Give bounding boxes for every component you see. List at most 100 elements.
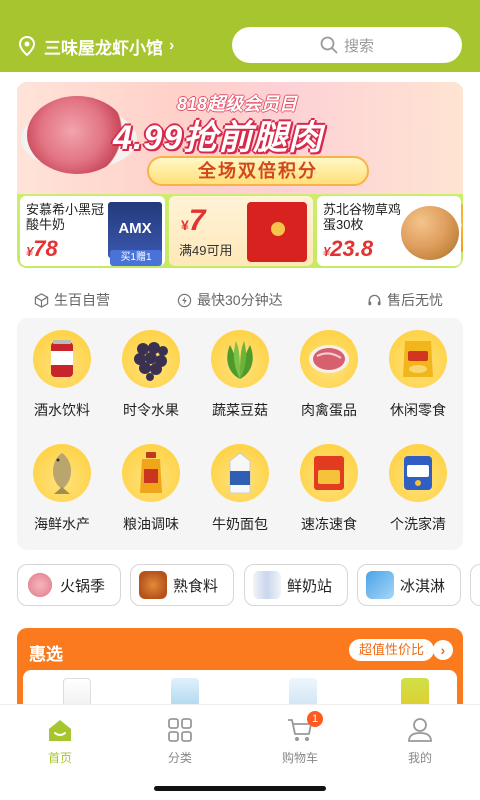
tab-label: 我的 xyxy=(407,751,432,765)
banner-title: 4.99抢前腿肉 xyxy=(113,119,324,157)
search-input[interactable]: 搜索 xyxy=(232,27,462,63)
tab-label: 分类 xyxy=(167,751,192,765)
tab-cart[interactable]: 1 购物车 xyxy=(260,711,340,766)
huixuan-title: 惠选 xyxy=(29,645,63,664)
chip-fresh-milk[interactable]: 鲜奶站 xyxy=(244,564,348,606)
snack-bag-icon xyxy=(403,341,433,377)
ice-cream-icon xyxy=(366,571,394,599)
price-value: 23.8 xyxy=(330,236,374,261)
category-icon-bg xyxy=(389,444,447,502)
lettuce-icon xyxy=(227,341,253,379)
hotpot-meat-icon xyxy=(26,571,54,599)
red-envelope-icon xyxy=(247,202,307,262)
feature-label: 售后无忧 xyxy=(387,292,443,308)
top-bar: 三味屋龙虾小馆 › 搜索 xyxy=(0,0,480,72)
category-household[interactable]: 个洗家清 xyxy=(378,444,458,534)
chip-hotpot[interactable]: 火锅季 xyxy=(17,564,121,606)
chip-label: 冰淇淋 xyxy=(400,577,446,595)
category-vegetables[interactable]: 蔬菜豆菇 xyxy=(200,330,280,420)
category-label: 速冻速食 xyxy=(301,516,357,532)
grid-icon xyxy=(168,718,192,742)
service-features: 生百自营 最快30分钟达 售后无忧 xyxy=(0,290,480,310)
price-value: 7 xyxy=(188,204,206,237)
category-label: 粮油调味 xyxy=(123,516,179,532)
chip-next-partial[interactable] xyxy=(470,564,480,606)
tab-mine[interactable]: 我的 xyxy=(380,717,460,766)
feature-label: 最快30分钟达 xyxy=(197,292,283,308)
category-seafood[interactable]: 海鲜水产 xyxy=(22,444,102,534)
grapes-icon xyxy=(134,342,168,381)
category-label: 酒水饮料 xyxy=(34,402,90,418)
category-meat[interactable]: 肉禽蛋品 xyxy=(289,330,369,420)
tab-label: 购物车 xyxy=(281,751,318,765)
home-indicator xyxy=(154,786,326,791)
category-fruit[interactable]: 时令水果 xyxy=(111,330,191,420)
feature-fast-delivery: 最快30分钟达 xyxy=(177,290,283,310)
category-icon-bg xyxy=(211,444,269,502)
feature-label: 生百自营 xyxy=(54,292,110,308)
chip-label: 鲜奶站 xyxy=(287,577,333,595)
chip-label: 火锅季 xyxy=(60,577,106,595)
chip-cooked-food[interactable]: 熟食料 xyxy=(130,564,234,606)
frozen-food-icon xyxy=(314,456,344,490)
location-pin-icon xyxy=(18,36,36,56)
category-icon-bg xyxy=(122,330,180,388)
banner-points-pill: 全场双倍积分 xyxy=(147,156,369,186)
category-icon-bg xyxy=(33,444,91,502)
tab-icon-wrap xyxy=(47,717,73,743)
milk-bottles-icon xyxy=(253,571,281,599)
promo-card-price: ¥78 xyxy=(26,236,58,262)
category-icon-bg xyxy=(33,330,91,388)
egg-basket-image xyxy=(401,206,459,260)
beer-can-icon xyxy=(51,340,73,377)
lightning-icon xyxy=(177,293,192,307)
coupon-condition: 满49可用 xyxy=(179,243,233,258)
category-drinks[interactable]: 酒水饮料 xyxy=(22,330,102,420)
oil-bottle-icon xyxy=(140,452,162,493)
category-icon-bg xyxy=(300,330,358,388)
chip-label: 熟食料 xyxy=(173,577,219,595)
pork-image xyxy=(27,96,127,174)
category-label: 个洗家清 xyxy=(390,516,446,532)
tab-icon-wrap xyxy=(407,717,433,743)
chip-ice-cream[interactable]: 冰淇淋 xyxy=(357,564,461,606)
promo-card-eggs[interactable]: 苏北谷物草鸡蛋30枚 ¥23.8 xyxy=(317,196,461,266)
search-placeholder: 搜索 xyxy=(343,37,374,55)
promo-card-yogurt[interactable]: 安慕希小黑冠酸牛奶 ¥78 AMX 买1赠1 xyxy=(20,196,165,266)
meat-icon xyxy=(309,345,349,373)
currency-symbol: ¥ xyxy=(181,217,189,233)
category-label: 牛奶面包 xyxy=(212,516,268,532)
category-icon-bg xyxy=(389,330,447,388)
cooked-food-icon xyxy=(139,571,167,599)
category-milk-bread[interactable]: 牛奶面包 xyxy=(200,444,280,534)
value-tag[interactable]: 超值性价比 xyxy=(349,639,435,661)
banner-header-area: 818超级会员日 4.99抢前腿肉 全场双倍积分 xyxy=(17,82,463,194)
buy-one-get-one-tag: 买1赠1 xyxy=(110,250,162,266)
huixuan-more-arrow-icon[interactable]: › xyxy=(433,640,453,660)
topic-chips: 火锅季 熟食料 鲜奶站 冰淇淋 xyxy=(17,564,480,606)
category-icon-bg xyxy=(300,444,358,502)
fish-icon xyxy=(53,453,71,494)
tab-category[interactable]: 分类 xyxy=(140,717,220,766)
tab-icon-wrap: 1 xyxy=(287,711,323,743)
store-name: 三味屋龙虾小馆 xyxy=(44,38,163,58)
category-label: 海鲜水产 xyxy=(34,516,90,532)
category-grain-oil[interactable]: 粮油调味 xyxy=(111,444,191,534)
promo-card-coupon[interactable]: ¥7 满49可用 xyxy=(169,196,313,266)
detergent-icon xyxy=(404,456,432,490)
category-snacks[interactable]: 休闲零食 xyxy=(378,330,458,420)
category-grid: 酒水饮料 时令水果 蔬菜豆菇 肉禽蛋品 休闲零食 海鲜水产 粮油调味 牛奶面包 … xyxy=(17,318,463,550)
home-icon xyxy=(49,720,71,741)
category-frozen[interactable]: 速冻速食 xyxy=(289,444,369,534)
tab-home[interactable]: 首页 xyxy=(20,717,100,766)
headset-icon xyxy=(368,294,381,305)
store-chevron-icon: › xyxy=(169,37,175,54)
category-icon-bg xyxy=(122,444,180,502)
category-label: 蔬菜豆菇 xyxy=(212,402,268,418)
tab-icon-wrap xyxy=(167,717,193,743)
milk-carton-icon xyxy=(229,452,251,494)
store-selector[interactable]: 三味屋龙虾小馆 › xyxy=(18,34,174,58)
category-label: 时令水果 xyxy=(123,402,179,418)
cart-badge: 1 xyxy=(307,711,323,727)
category-label: 休闲零食 xyxy=(390,402,446,418)
